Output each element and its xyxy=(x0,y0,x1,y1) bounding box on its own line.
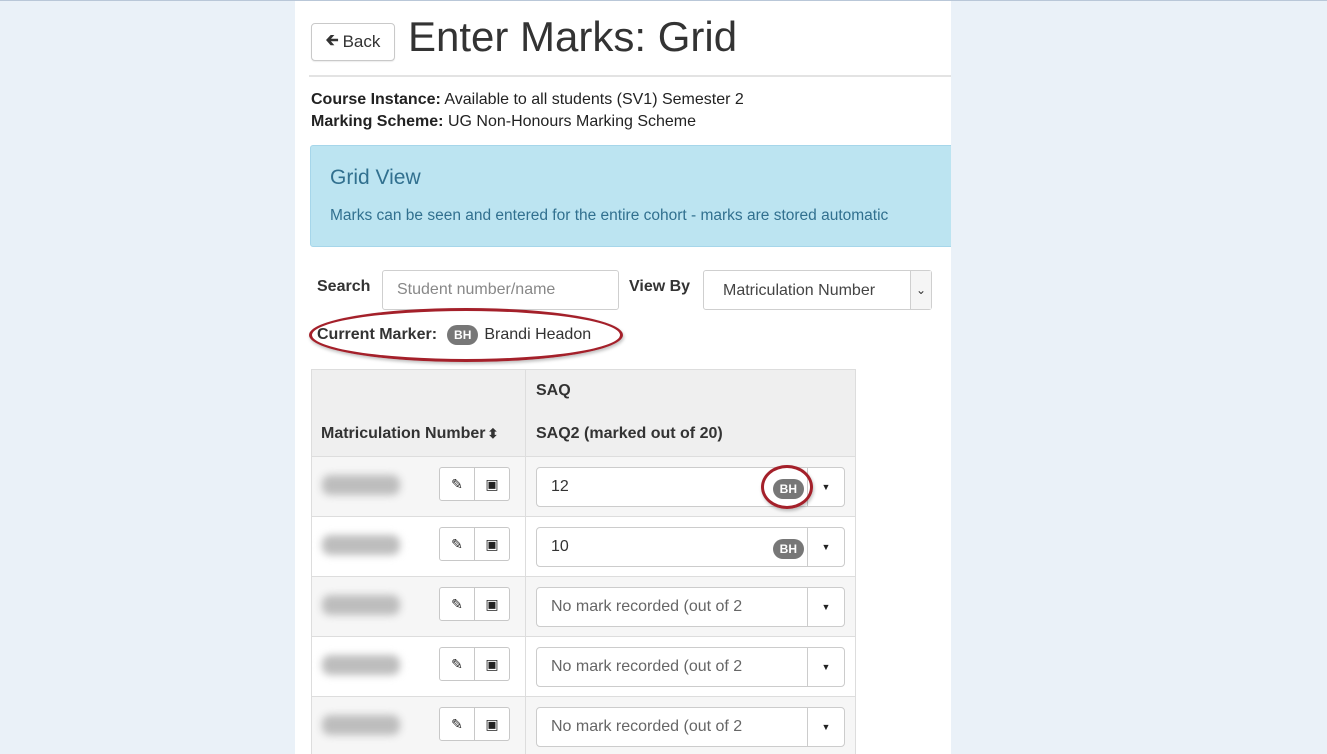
back-button[interactable]: 🡰 Back xyxy=(311,23,395,61)
edit-button[interactable]: ✎ xyxy=(439,707,475,741)
caret-down-icon: ▼ xyxy=(822,542,831,552)
group-header: SAQ xyxy=(536,382,571,400)
back-label: Back xyxy=(343,32,381,52)
saq2-column-header: SAQ SAQ2 (marked out of 20) xyxy=(526,370,856,457)
mark-dropdown-button[interactable]: ▼ xyxy=(807,707,845,747)
mark-value: 10 xyxy=(551,538,803,556)
course-instance-label: Course Instance: xyxy=(311,91,441,108)
search-label: Search xyxy=(317,278,370,296)
edit-button[interactable]: ✎ xyxy=(439,647,475,681)
pencil-icon: ✎ xyxy=(451,596,463,613)
mark-dropdown-button[interactable]: ▼ xyxy=(807,587,845,627)
table-row: ✎ ▣ 10 BH ▼ xyxy=(312,517,856,577)
column-header: SAQ2 (marked out of 20) xyxy=(536,425,723,443)
table-row: ✎ ▣ No mark recorded (out of 2 ▼ xyxy=(312,697,856,754)
caret-down-icon: ▼ xyxy=(822,662,831,672)
view-by-label: View By xyxy=(629,278,690,296)
search-input[interactable] xyxy=(382,270,619,310)
view-by-select[interactable]: Matriculation Number ⌄ xyxy=(703,270,932,310)
arrow-left-icon: 🡰 xyxy=(326,29,339,56)
archive-icon: ▣ xyxy=(485,536,498,553)
marking-scheme-label: Marking Scheme: xyxy=(311,113,443,130)
pencil-icon: ✎ xyxy=(451,656,463,673)
page-title: Enter Marks: Grid xyxy=(408,13,737,61)
archive-button[interactable]: ▣ xyxy=(474,647,510,681)
caret-down-icon: ▼ xyxy=(822,602,831,612)
highlight-ring-marker-badge xyxy=(761,465,813,509)
title-divider xyxy=(309,75,951,77)
marks-grid-table: Matriculation Number⬍ SAQ SAQ2 (marked o… xyxy=(311,369,856,754)
caret-down-icon: ▼ xyxy=(822,482,831,492)
mark-dropdown-button[interactable]: ▼ xyxy=(807,527,845,567)
mark-input[interactable]: No mark recorded (out of 2 xyxy=(536,587,808,627)
archive-button[interactable]: ▣ xyxy=(474,467,510,501)
table-row: ✎ ▣ No mark recorded (out of 2 ▼ xyxy=(312,577,856,637)
info-title: Grid View xyxy=(330,166,421,190)
mark-dropdown-button[interactable]: ▼ xyxy=(807,647,845,687)
edit-button[interactable]: ✎ xyxy=(439,467,475,501)
archive-button[interactable]: ▣ xyxy=(474,527,510,561)
course-instance-line: Course Instance: Available to all studen… xyxy=(311,91,744,109)
matric-number-redacted xyxy=(322,475,400,495)
mark-placeholder: No mark recorded (out of 2 xyxy=(551,718,803,736)
archive-button[interactable]: ▣ xyxy=(474,707,510,741)
pencil-icon: ✎ xyxy=(451,716,463,733)
archive-icon: ▣ xyxy=(485,716,498,733)
info-text: Marks can be seen and entered for the en… xyxy=(330,207,888,225)
matric-header-label: Matriculation Number xyxy=(321,425,485,442)
archive-icon: ▣ xyxy=(485,656,498,673)
matric-number-redacted xyxy=(322,595,400,615)
main-panel: 🡰 Back Enter Marks: Grid Course Instance… xyxy=(295,1,951,754)
pencil-icon: ✎ xyxy=(451,476,463,493)
mark-placeholder: No mark recorded (out of 2 xyxy=(551,598,803,616)
grid-view-info-box: Grid View Marks can be seen and entered … xyxy=(310,145,951,247)
view-by-value: Matriculation Number xyxy=(723,282,875,300)
caret-down-icon: ▼ xyxy=(822,722,831,732)
marking-scheme-line: Marking Scheme: UG Non-Honours Marking S… xyxy=(311,113,696,131)
matric-number-redacted xyxy=(322,655,400,675)
edit-button[interactable]: ✎ xyxy=(439,587,475,621)
matric-number-redacted xyxy=(322,535,400,555)
edit-button[interactable]: ✎ xyxy=(439,527,475,561)
chevron-down-icon: ⌄ xyxy=(910,271,931,309)
marker-initials-badge: BH xyxy=(773,539,804,559)
mark-placeholder: No mark recorded (out of 2 xyxy=(551,658,803,676)
highlight-ring-current-marker xyxy=(309,308,623,362)
marking-scheme-value: UG Non-Honours Marking Scheme xyxy=(448,113,696,130)
matric-number-redacted xyxy=(322,715,400,735)
matric-column-header[interactable]: Matriculation Number⬍ xyxy=(312,370,526,457)
archive-icon: ▣ xyxy=(485,596,498,613)
pencil-icon: ✎ xyxy=(451,536,463,553)
table-row: ✎ ▣ No mark recorded (out of 2 ▼ xyxy=(312,637,856,697)
archive-icon: ▣ xyxy=(485,476,498,493)
mark-input[interactable]: No mark recorded (out of 2 xyxy=(536,647,808,687)
sort-icon: ⬍ xyxy=(487,426,498,441)
mark-input[interactable]: No mark recorded (out of 2 xyxy=(536,707,808,747)
mark-input[interactable]: 10 BH xyxy=(536,527,808,567)
archive-button[interactable]: ▣ xyxy=(474,587,510,621)
course-instance-value: Available to all students (SV1) Semester… xyxy=(444,91,743,108)
